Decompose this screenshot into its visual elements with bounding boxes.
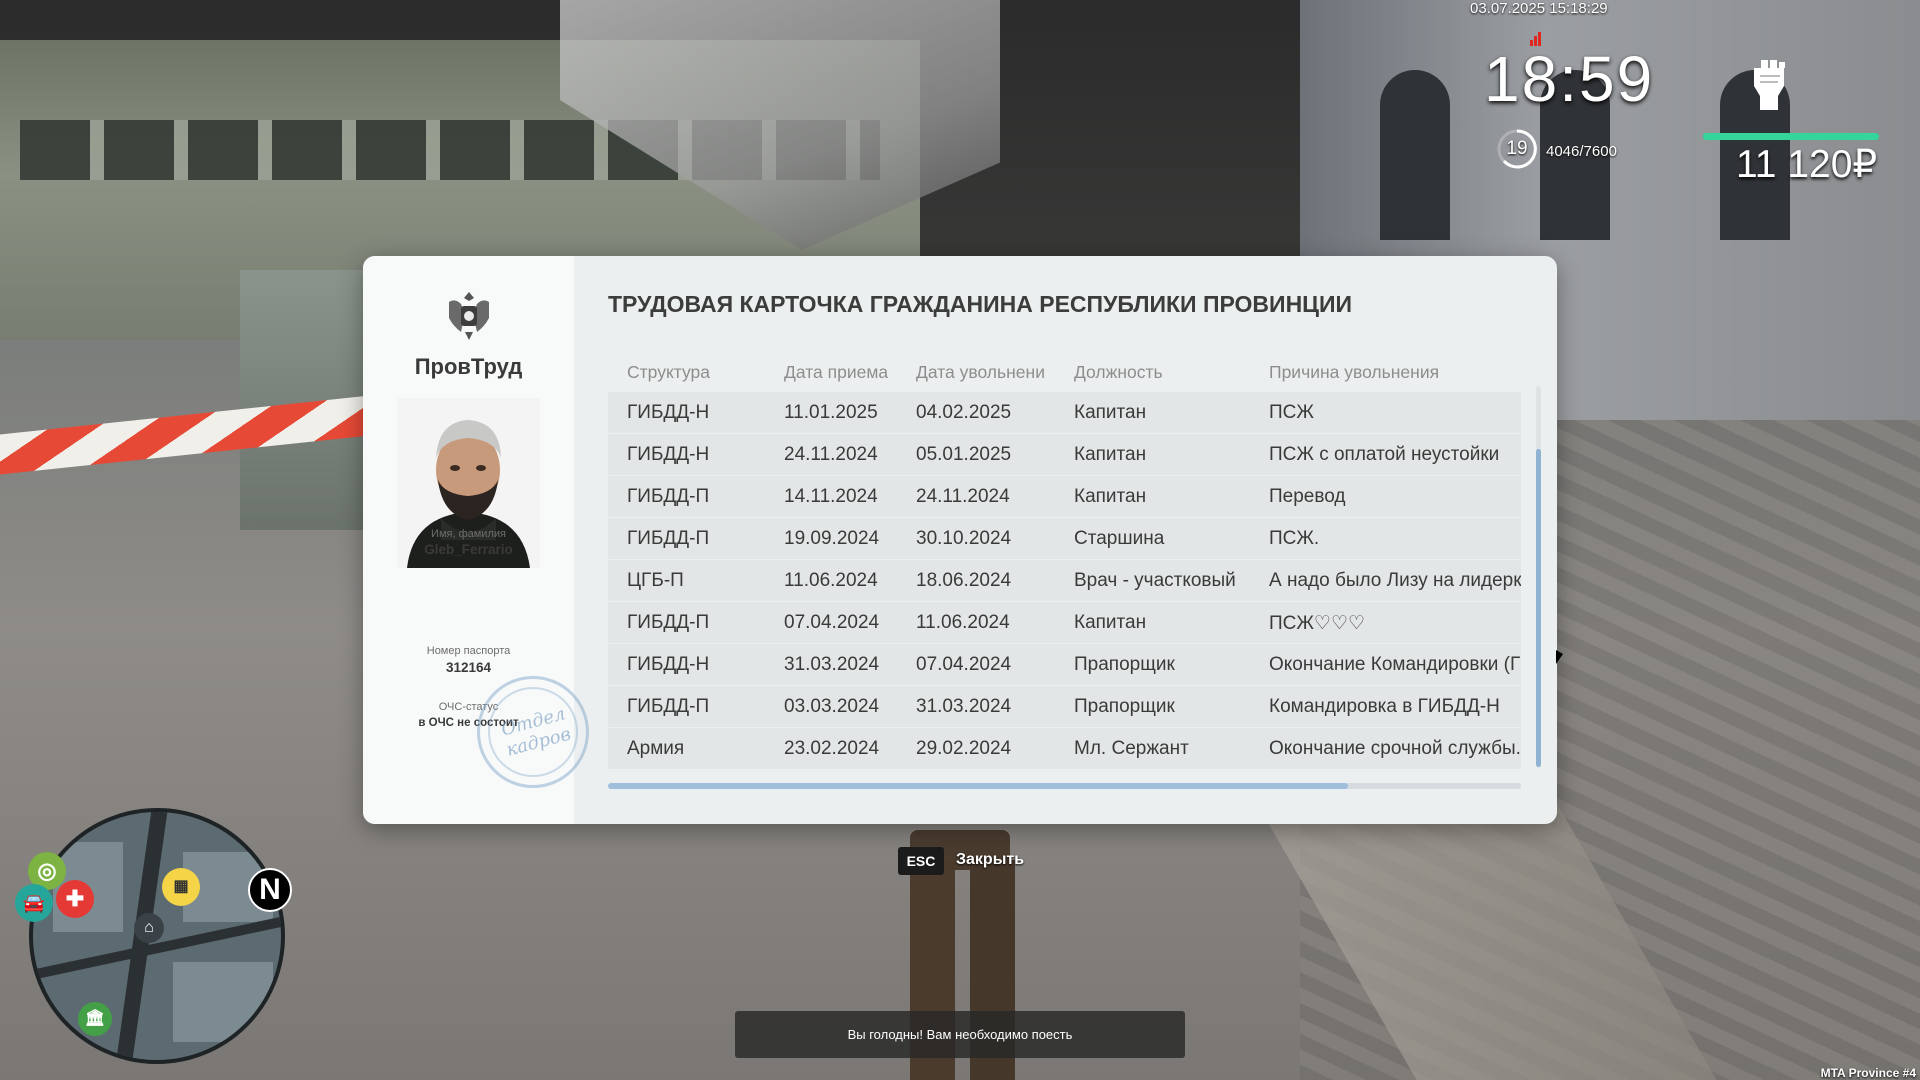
table-row: ГИБДД-Н 31.03.2024 07.04.2024 Прапорщик … — [608, 644, 1521, 685]
level-indicator: 19 — [1496, 128, 1538, 170]
cell-hire-date: 11.06.2024 — [784, 570, 878, 591]
cell-dismissal-reason: ПСЖ с оплатой неустойки — [1269, 444, 1500, 465]
cell-dismissal-date: 07.04.2024 — [916, 654, 1012, 675]
cell-position: Прапорщик — [1074, 654, 1175, 675]
cell-hire-date: 03.03.2024 — [784, 696, 880, 717]
cell-dismissal-reason: ПСЖ♡♡♡ — [1269, 613, 1366, 634]
card-title: ТРУДОВАЯ КАРТОЧКА ГРАЖДАНИНА РЕСПУБЛИКИ … — [608, 291, 1353, 317]
cell-structure: ГИБДД-П — [627, 696, 710, 717]
employment-history-table[interactable]: Структура Дата приема Дата увольнени Дол… — [608, 356, 1521, 772]
cell-dismissal-reason: Окончание Командировки (ГИБДД-П) — [1269, 654, 1521, 675]
map-block — [173, 962, 273, 1042]
table-row: ГИБДД-Н 11.01.2025 04.02.2025 Капитан ПС… — [608, 392, 1521, 433]
cell-hire-date: 31.03.2024 — [784, 654, 880, 675]
passport-number: 312164 — [445, 660, 492, 675]
cell-dismissal-reason: Командировка в ГИБДД-Н — [1269, 696, 1500, 717]
compass-north-icon: N — [248, 868, 292, 912]
cell-position: Капитан — [1074, 486, 1147, 507]
bank-icon: 🏛 — [78, 1002, 112, 1036]
cell-hire-date: 11.01.2025 — [784, 402, 878, 423]
column-header-structure: Структура — [627, 362, 711, 382]
cell-position: Капитан — [1074, 444, 1147, 465]
cell-position: Мл. Сержант — [1074, 738, 1189, 759]
car-icon: 🚘 — [15, 884, 53, 922]
cell-dismissal-reason: ПСЖ. — [1269, 528, 1320, 549]
taxi-icon: ▦ — [162, 868, 200, 906]
column-header-dismissal-date: Дата увольнени — [916, 362, 1045, 382]
passport-label: Номер паспорта — [426, 645, 511, 657]
cell-dismissal-reason: А надо было Лизу на лидерку — [1269, 570, 1521, 591]
cell-position: Капитан — [1074, 402, 1147, 423]
cell-dismissal-date: 30.10.2024 — [916, 528, 1012, 549]
cell-dismissal-reason: Перевод — [1269, 486, 1346, 507]
cell-structure: ГИБДД-Н — [627, 444, 710, 465]
server-watermark: MTA Province #4 — [1820, 1066, 1916, 1080]
name-label: Имя, фамилия — [431, 528, 506, 540]
column-header-hire-date: Дата приема — [784, 362, 889, 382]
table-header: Структура Дата приема Дата увольнени Дол… — [608, 356, 1521, 392]
cell-hire-date: 23.02.2024 — [784, 738, 880, 759]
close-button[interactable]: Закрыть — [956, 851, 1024, 869]
cell-dismissal-reason: ПСЖ — [1269, 402, 1314, 423]
cell-position: Врач - участковый — [1074, 570, 1236, 591]
cell-structure: ГИБДД-Н — [627, 402, 710, 423]
cell-structure: Армия — [627, 738, 685, 759]
horizontal-scrollbar[interactable] — [608, 783, 1521, 789]
esc-key-button[interactable]: ESC — [898, 847, 944, 875]
table-row: Армия 23.02.2024 29.02.2024 Мл. Сержант … — [608, 728, 1521, 769]
cell-hire-date: 14.11.2024 — [784, 486, 878, 507]
vertical-scrollbar[interactable] — [1536, 386, 1541, 768]
cell-hire-date: 07.04.2024 — [784, 612, 880, 633]
cell-dismissal-date: 29.02.2024 — [916, 738, 1012, 759]
cell-structure: ГИБДД-П — [627, 612, 710, 633]
citizen-name: Gleb_Ferrario — [424, 542, 513, 557]
cell-position: Старшина — [1074, 528, 1165, 549]
cell-position: Прапорщик — [1074, 696, 1175, 717]
cell-dismissal-date: 11.06.2024 — [916, 612, 1010, 633]
cell-dismissal-date: 18.06.2024 — [916, 570, 1012, 591]
vertical-scrollbar-thumb[interactable] — [1536, 449, 1541, 767]
horizontal-scrollbar-thumb[interactable] — [608, 783, 1348, 789]
column-header-position: Должность — [1074, 362, 1163, 382]
table-row: ГИБДД-П 19.09.2024 30.10.2024 Старшина П… — [608, 518, 1521, 559]
mouse-cursor-icon — [1556, 650, 1563, 664]
building-arch — [1380, 70, 1450, 240]
cell-dismissal-reason: Окончание срочной службы. — [1269, 738, 1521, 759]
ministry-name: ПровТруд — [414, 354, 523, 379]
cell-dismissal-date: 05.01.2025 — [916, 444, 1012, 465]
cell-hire-date: 24.11.2024 — [784, 444, 878, 465]
hud-datetime: 03.07.2025 15:18:29 — [1470, 0, 1608, 17]
table-row: ЦГБ-П 11.06.2024 18.06.2024 Врач - участ… — [608, 560, 1521, 601]
cell-dismissal-date: 31.03.2024 — [916, 696, 1012, 717]
health-bar-fill — [1703, 133, 1879, 140]
fist-icon — [1744, 54, 1794, 112]
home-icon: ⌂ — [134, 913, 164, 943]
table-row: ГИБДД-П 14.11.2024 24.11.2024 Капитан Пе… — [608, 476, 1521, 517]
stamp-text: Отдел кадров — [488, 700, 584, 763]
column-header-dismissal-reason: Причина увольнения — [1269, 362, 1440, 382]
table-row: ГИБДД-П 03.03.2024 31.03.2024 Прапорщик … — [608, 686, 1521, 727]
cell-dismissal-date: 24.11.2024 — [916, 486, 1010, 507]
coat-of-arms-icon — [443, 288, 495, 344]
hud-money: 11 120₽ — [1736, 143, 1878, 186]
cell-structure: ГИБДД-Н — [627, 654, 710, 675]
level-number: 19 — [1506, 138, 1528, 159]
cell-hire-date: 19.09.2024 — [784, 528, 880, 549]
hr-department-stamp: Отдел кадров — [477, 676, 589, 788]
cell-structure: ЦГБ-П — [627, 570, 684, 591]
cell-structure: ГИБДД-П — [627, 486, 710, 507]
card-profile-panel: ПровТруд Имя, фамилия Gleb_Ferrario Номе… — [363, 256, 589, 824]
table-row: ГИБДД-П 07.04.2024 11.06.2024 Капитан ПС… — [608, 602, 1521, 643]
hunger-notification: Вы голодны! Вам необходимо поесть — [735, 1011, 1185, 1058]
cell-position: Капитан — [1074, 612, 1147, 633]
cell-dismissal-date: 04.02.2025 — [916, 402, 1012, 423]
hud-xp: 4046/7600 — [1546, 143, 1617, 160]
cell-structure: ГИБДД-П — [627, 528, 710, 549]
work-record-card: ПровТруд Имя, фамилия Gleb_Ferrario Номе… — [363, 256, 1557, 824]
table-row: ГИБДД-Н 24.11.2024 05.01.2025 Капитан ПС… — [608, 434, 1521, 475]
health-bar — [1703, 133, 1879, 140]
hud-clock: 18:59 — [1484, 43, 1655, 115]
hospital-icon: ✚ — [56, 880, 94, 918]
